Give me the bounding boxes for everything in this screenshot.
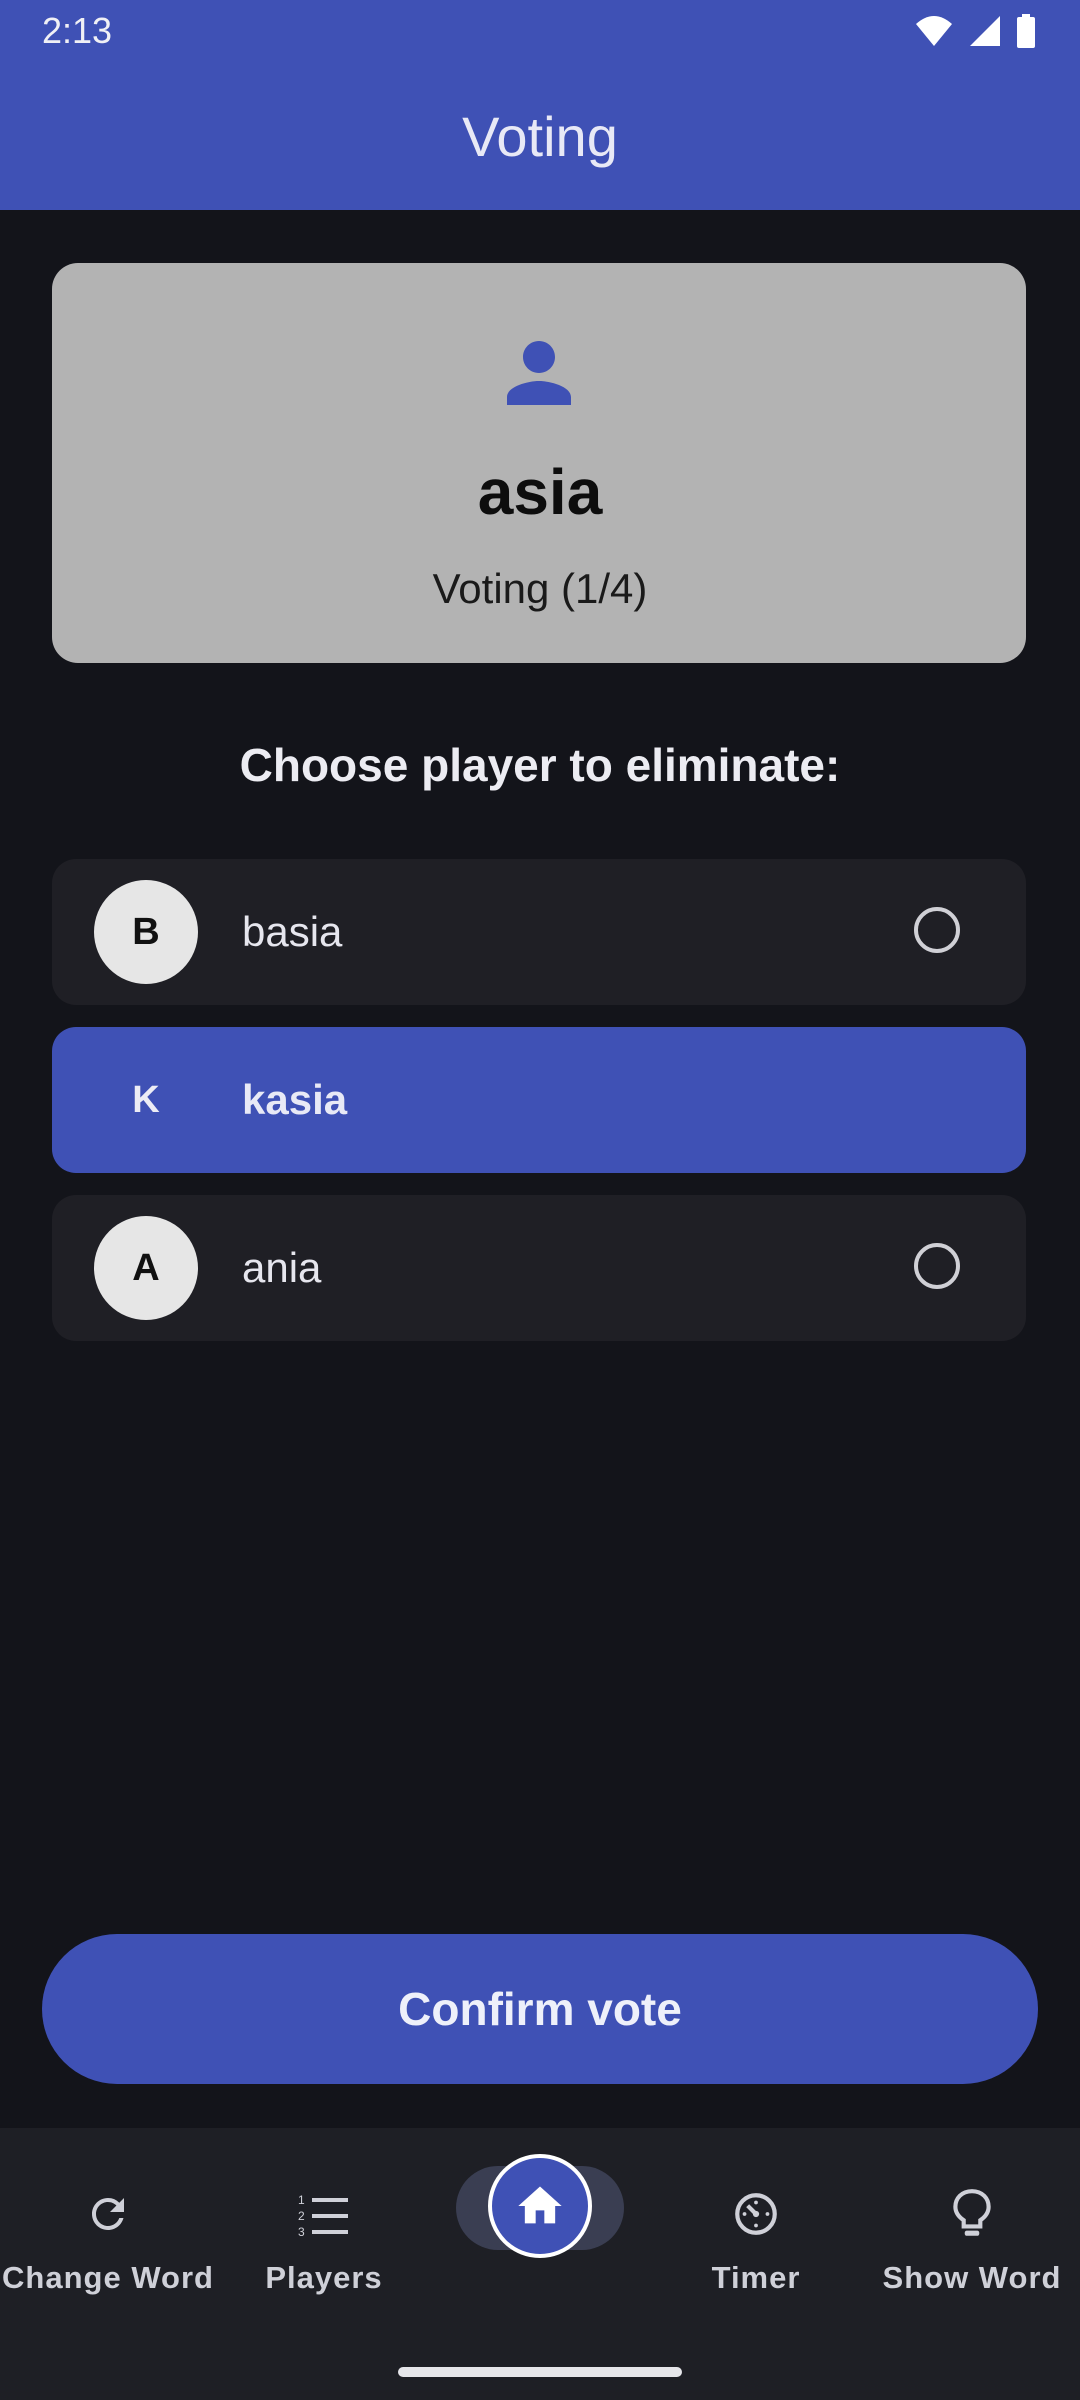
- nav-label: Change Word: [2, 2260, 214, 2295]
- player-option-basia[interactable]: B basia: [52, 859, 1026, 1005]
- player-name: kasia: [242, 1076, 348, 1123]
- app-bar: Voting: [0, 62, 1080, 210]
- player-option-kasia[interactable]: K kasia: [52, 1027, 1026, 1173]
- nav-label: Show Word: [882, 2260, 1062, 2295]
- nav-label: Timer: [711, 2260, 801, 2295]
- page-title: Voting: [462, 104, 618, 168]
- radio-button[interactable]: [914, 1243, 960, 1289]
- player-name: ania: [242, 1244, 322, 1291]
- bottom-navigation: Change Word 1 2 3 Players Timer Show Wor…: [0, 2128, 1080, 2400]
- nav-label: Players: [265, 2260, 383, 2295]
- lightbulb-icon: [953, 2189, 991, 2236]
- radio-button[interactable]: [914, 907, 960, 953]
- nav-home[interactable]: [488, 2154, 592, 2258]
- nav-show-word[interactable]: Show Word: [864, 2128, 1080, 2328]
- svg-text:2: 2: [298, 2209, 305, 2223]
- nav-timer[interactable]: Timer: [648, 2128, 864, 2328]
- person-icon: [507, 341, 571, 405]
- nav-players[interactable]: 1 2 3 Players: [216, 2128, 432, 2328]
- avatar: B: [94, 880, 198, 984]
- gesture-home-indicator: [398, 2367, 682, 2377]
- refresh-icon: [92, 2198, 124, 2230]
- nav-change-word[interactable]: Change Word: [0, 2128, 216, 2328]
- wifi-icon: [916, 16, 952, 46]
- signal-icon: [970, 16, 1000, 46]
- timer-icon: [735, 2193, 777, 2235]
- status-time: 2:13: [42, 10, 113, 51]
- voting-progress: Voting (1/4): [432, 565, 648, 612]
- player-name: basia: [242, 908, 343, 955]
- eliminate-prompt: Choose player to eliminate:: [239, 739, 841, 791]
- svg-text:3: 3: [298, 2225, 305, 2238]
- numbered-list-icon: 1 2 3: [298, 2193, 348, 2238]
- confirm-vote-button[interactable]: Confirm vote: [42, 1934, 1038, 2084]
- battery-icon: [1017, 14, 1035, 48]
- svg-text:1: 1: [298, 2193, 305, 2207]
- home-icon: [518, 2186, 562, 2224]
- status-icons: [914, 14, 1036, 48]
- avatar: K: [132, 1078, 160, 1121]
- player-option-ania[interactable]: A ania: [52, 1195, 1026, 1341]
- avatar: A: [94, 1216, 198, 1320]
- voter-name: asia: [477, 456, 603, 528]
- status-bar: 2:13: [0, 0, 1080, 62]
